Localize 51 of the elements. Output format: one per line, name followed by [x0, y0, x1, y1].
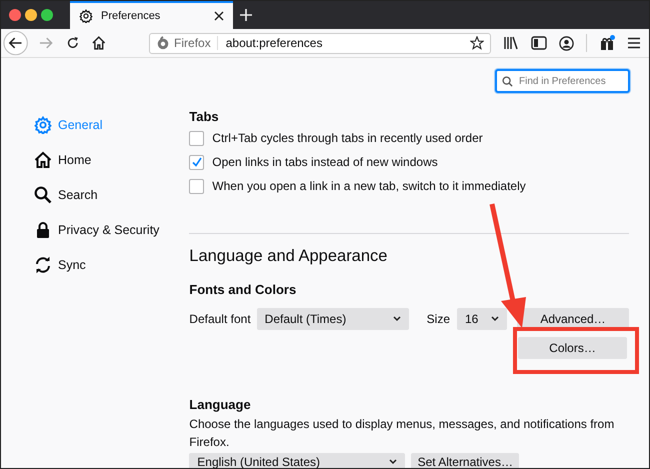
reload-icon[interactable] — [66, 36, 80, 50]
checkbox[interactable] — [189, 130, 204, 146]
chevron-down-icon — [389, 459, 398, 465]
sidebar-item[interactable]: Home — [34, 149, 190, 171]
menu-icon[interactable] — [627, 37, 641, 49]
minimize-window-icon[interactable] — [25, 9, 37, 21]
section-heading: Tabs — [189, 109, 220, 126]
home-icon — [34, 151, 52, 169]
chevron-down-icon — [392, 316, 401, 322]
checkbox[interactable] — [189, 178, 204, 194]
plus-icon[interactable] — [240, 9, 252, 21]
font-dropdown[interactable]: Default (Times) — [256, 308, 409, 330]
sidebar-icon[interactable] — [531, 36, 547, 50]
field-label: Size — [426, 312, 450, 326]
sync-icon — [34, 256, 52, 274]
search-icon — [34, 186, 52, 204]
identity-label: Firefox — [174, 36, 218, 50]
gear-icon — [34, 116, 52, 134]
set-alternatives-button[interactable]: Set Alternatives… — [411, 453, 520, 468]
flame-logo-icon — [156, 36, 170, 50]
gear-icon — [79, 9, 93, 23]
subsection-heading: Fonts and Colors — [189, 282, 298, 299]
section-heading: Language — [189, 397, 252, 414]
section-heading: Language and Appearance — [189, 247, 388, 267]
close-icon[interactable] — [214, 11, 224, 21]
lock-icon — [34, 221, 52, 239]
address-bar[interactable]: Firefox about:preferences — [149, 32, 491, 54]
zoom-window-icon[interactable] — [41, 9, 53, 21]
account-icon[interactable] — [559, 36, 574, 50]
browser-tab[interactable]: Preferences — [70, 1, 233, 29]
sidebar-item[interactable]: Search — [34, 184, 190, 206]
checkbox-label: When you open a link in a new tab, switch to it immediately — [212, 179, 526, 193]
sidebar-item[interactable]: Sync — [34, 254, 190, 276]
size-dropdown[interactable]: 16 — [457, 308, 507, 330]
checkbox[interactable] — [189, 154, 204, 170]
checkbox-label: Open links in tabs instead of new windows — [212, 155, 438, 169]
search-icon — [502, 76, 513, 87]
sidebar-item[interactable]: Privacy & Security — [34, 219, 190, 241]
close-window-icon[interactable] — [9, 9, 21, 21]
colors-button[interactable]: Colors… — [518, 337, 627, 359]
library-icon[interactable] — [503, 36, 519, 50]
search-field[interactable]: Find in Preferences — [495, 69, 630, 93]
chevron-down-icon — [491, 316, 499, 322]
home-icon[interactable] — [91, 35, 108, 51]
description-text: Choose the languages used to display menus, messages, and notifications from Firefox. — [189, 416, 616, 451]
field-label: Default font — [189, 312, 251, 326]
url-text: about:preferences — [226, 36, 324, 50]
checkbox-label: Ctrl+Tab cycles through tabs in recently used order — [212, 131, 483, 145]
tab-title: Preferences — [101, 10, 162, 22]
star-icon[interactable] — [470, 36, 484, 50]
gift-icon[interactable] — [599, 35, 615, 51]
